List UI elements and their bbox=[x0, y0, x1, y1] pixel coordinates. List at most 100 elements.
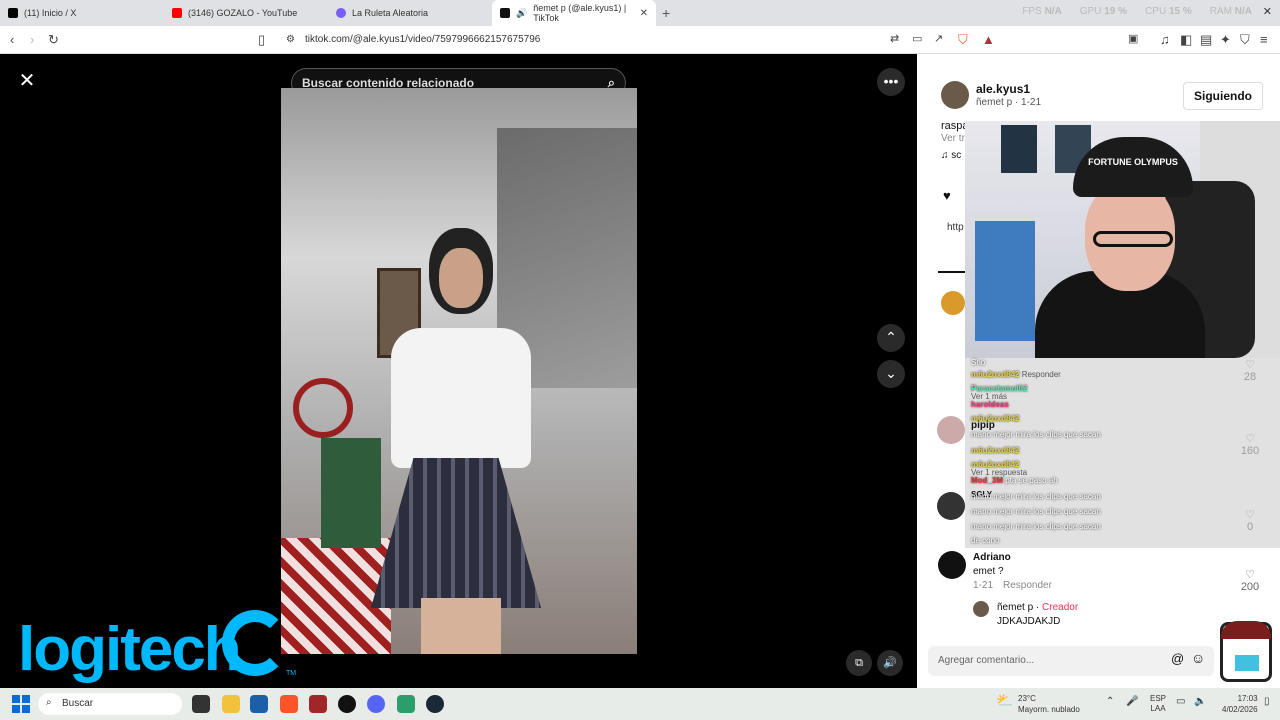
cast-icon[interactable]: ▭ bbox=[912, 32, 922, 45]
file-explorer-icon[interactable] bbox=[222, 695, 240, 713]
leo-ai-icon[interactable]: ✦ bbox=[1220, 32, 1231, 48]
microphone-icon[interactable]: 🎤 bbox=[1126, 696, 1138, 707]
previous-video-button[interactable]: ⌃ bbox=[877, 324, 905, 352]
reply-text: JDKAJDAKJD bbox=[997, 616, 1061, 627]
site-info-icon[interactable]: ⚙ bbox=[286, 34, 295, 45]
windows-start-icon[interactable] bbox=[12, 695, 30, 713]
share-icon[interactable]: ↗ bbox=[934, 32, 943, 45]
store-icon[interactable] bbox=[250, 695, 268, 713]
like-count[interactable]: ♡ 200 bbox=[1235, 568, 1265, 593]
search-icon: ⌕ bbox=[46, 697, 52, 708]
author-username[interactable]: ale.kyus1 bbox=[976, 82, 1030, 96]
commenter-avatar[interactable] bbox=[937, 416, 965, 444]
network-icon[interactable]: ▭ bbox=[1176, 696, 1185, 707]
following-button[interactable]: Siguiendo bbox=[1183, 82, 1263, 110]
logitech-logo: logitech bbox=[18, 615, 242, 684]
close-tab-icon[interactable]: ✕ bbox=[640, 8, 648, 19]
speaker-icon: 🔊 bbox=[516, 7, 528, 18]
brave-icon[interactable] bbox=[280, 695, 298, 713]
reply-button[interactable]: Responder bbox=[1003, 580, 1052, 591]
language-indicator[interactable]: ESP LAA bbox=[1150, 694, 1166, 714]
obs-icon[interactable] bbox=[338, 695, 356, 713]
translate-icon[interactable]: ⇄ bbox=[890, 32, 899, 45]
pixel-mascot-overlay bbox=[1220, 621, 1272, 682]
tab-ruleta[interactable]: La Ruleta Aleatoria bbox=[328, 0, 492, 26]
tab-youtube[interactable]: (3146) GOZALO - YouTube bbox=[164, 0, 328, 26]
minecraft-figure bbox=[975, 221, 1035, 341]
tiktok-icon bbox=[500, 8, 510, 18]
video-frame[interactable] bbox=[281, 88, 637, 654]
close-video-button[interactable]: ✕ bbox=[16, 70, 38, 92]
discord-icon[interactable] bbox=[367, 695, 385, 713]
chat-line: m6u2oxd842 Responder bbox=[971, 370, 1061, 379]
red-wheel bbox=[293, 378, 353, 438]
x-logo-icon bbox=[8, 8, 18, 18]
volume-icon[interactable]: 🔈 bbox=[1194, 696, 1206, 707]
tab-underline bbox=[938, 271, 968, 273]
forward-icon[interactable]: › bbox=[30, 32, 34, 47]
wall-poster bbox=[1001, 125, 1037, 173]
commenter-avatar[interactable] bbox=[941, 291, 965, 315]
new-tab-button[interactable]: + bbox=[662, 5, 670, 21]
url-field[interactable]: tiktok.com/@ale.kyus1/video/759799666215… bbox=[305, 34, 540, 45]
creator-badge: Creador bbox=[1042, 602, 1079, 613]
taskbar-search-label: Buscar bbox=[62, 698, 94, 709]
mention-icon[interactable]: @ bbox=[1171, 651, 1184, 666]
like-heart-icon[interactable]: ♥ bbox=[943, 188, 951, 203]
creator-avatar[interactable] bbox=[973, 601, 989, 617]
person-legs bbox=[421, 598, 501, 654]
notes-icon[interactable] bbox=[397, 695, 415, 713]
weather-widget[interactable]: ⛅ 23°C Mayorm. nublado bbox=[996, 693, 1080, 715]
weather-desc: Mayorm. nublado bbox=[1018, 705, 1080, 714]
comment-text: emet ? bbox=[973, 566, 1004, 577]
tab-tiktok[interactable]: 🔊 ñemet p (@ale.kyus1) | TikTok ✕ bbox=[492, 0, 656, 26]
task-view-icon[interactable] bbox=[192, 695, 210, 713]
reply-author[interactable]: ñemet p · Creador bbox=[997, 602, 1078, 613]
link-partial[interactable]: http bbox=[947, 222, 964, 233]
streamer-webcam-overlay: FORTUNE OLYMPUS bbox=[965, 121, 1280, 358]
plaid-skirt bbox=[371, 458, 541, 608]
brave-shield-icon[interactable]: ⛉ bbox=[958, 32, 968, 48]
tab-x-home[interactable]: (11) Inicio / X bbox=[0, 0, 164, 26]
taskbar-clock[interactable]: 17:03 4/02/2026 bbox=[1222, 693, 1258, 715]
vpn-icon[interactable]: ⛉ bbox=[1240, 32, 1250, 48]
floating-player-button[interactable]: ⧉ bbox=[846, 650, 872, 676]
music-icon[interactable]: ♫ bbox=[1160, 32, 1170, 47]
mascot-face bbox=[1235, 655, 1259, 671]
reload-icon[interactable]: ↻ bbox=[48, 32, 59, 48]
tab-label: (3146) GOZALO - YouTube bbox=[188, 8, 298, 18]
chat-line: Mod_3M pta se paso ah bbox=[971, 476, 1058, 485]
tab-label: (11) Inicio / X bbox=[24, 8, 77, 18]
trademark-mark: TM bbox=[286, 670, 297, 677]
commenter-avatar[interactable] bbox=[938, 551, 966, 579]
stream-chat-overlay: Sho m6u2oxd842 Responder Paracetamol62 V… bbox=[965, 358, 1280, 548]
next-video-button[interactable]: ⌄ bbox=[877, 360, 905, 388]
window-close-icon[interactable]: ✕ bbox=[1263, 5, 1272, 18]
back-icon[interactable]: ‹ bbox=[10, 32, 14, 47]
chat-line: de cono bbox=[971, 536, 1000, 545]
sidebar-icon[interactable]: ◧ bbox=[1180, 32, 1192, 48]
notification-icon[interactable]: ▯ bbox=[1264, 696, 1270, 707]
youtube-icon bbox=[172, 8, 182, 18]
tab-bar: (11) Inicio / X (3146) GOZALO - YouTube … bbox=[0, 0, 1280, 26]
volume-button[interactable]: 🔊 bbox=[877, 650, 903, 676]
wallet-icon[interactable]: ▤ bbox=[1200, 32, 1212, 48]
bookmark-icon[interactable]: ▯ bbox=[258, 32, 265, 48]
tray-chevron-icon[interactable]: ⌃ bbox=[1106, 696, 1114, 707]
chat-line: mano mejor mira los clips que sacan bbox=[971, 430, 1101, 439]
see-translation-link[interactable]: Ver tr bbox=[941, 133, 965, 144]
logitech-g-icon bbox=[222, 610, 288, 676]
taskbar-search[interactable]: ⌕ Buscar bbox=[38, 693, 182, 715]
person-torso bbox=[391, 328, 531, 468]
chat-line: mano mejor mira los clips que sacan bbox=[971, 522, 1101, 531]
author-avatar[interactable] bbox=[941, 81, 969, 109]
menu-icon[interactable]: ≡ bbox=[1260, 32, 1268, 47]
rewards-icon[interactable]: ▲ bbox=[982, 32, 995, 47]
emoji-icon[interactable]: ☺ bbox=[1191, 650, 1205, 666]
app-icon[interactable] bbox=[309, 695, 327, 713]
extension-icon[interactable]: ▣ bbox=[1128, 32, 1138, 45]
more-options-button[interactable]: ••• bbox=[877, 68, 905, 96]
commenter-avatar[interactable] bbox=[937, 492, 965, 520]
comment-author[interactable]: Adriano bbox=[973, 552, 1011, 563]
steam-icon[interactable] bbox=[426, 695, 444, 713]
